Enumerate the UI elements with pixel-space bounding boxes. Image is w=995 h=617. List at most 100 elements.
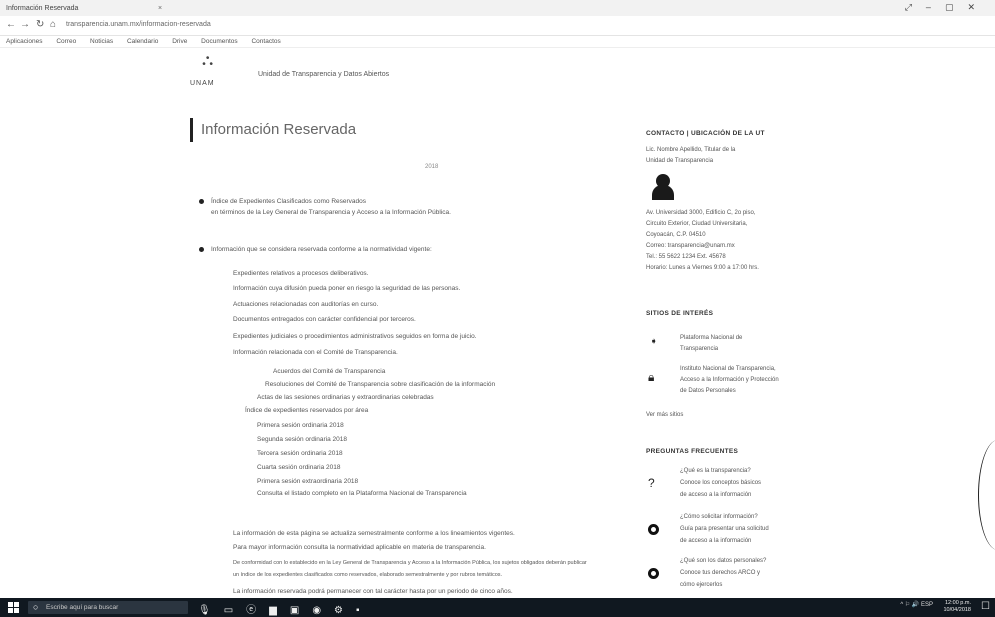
text-line: Actas de las sesiones ordinarias y extra… (257, 394, 434, 401)
footer-text: La información de esta página se actuali… (233, 530, 515, 537)
info-icon (648, 524, 659, 535)
browser-tab[interactable]: Información Reservada × (6, 2, 166, 16)
settings-icon[interactable]: ⚙︎ (334, 605, 343, 616)
page-title: Información Reservada (190, 118, 356, 142)
block1-line: en términos de la Ley General de Transpa… (211, 209, 451, 216)
restore-icon[interactable]: ⤢ (905, 2, 926, 12)
bookmark-item[interactable]: Correo (56, 36, 76, 48)
link-item[interactable]: Cuarta sesión ordinaria 2018 (257, 464, 340, 471)
bookmark-item[interactable]: Calendario (127, 36, 158, 48)
chrome-icon[interactable]: ◉ (312, 605, 321, 616)
bookmark-item[interactable]: Noticias (90, 36, 113, 48)
contact-line: Av. Universidad 3000, Edificio C, 2o pis… (646, 210, 756, 216)
faq-text: cómo ejercerlos (680, 582, 723, 588)
site-logo[interactable]: ⛬ UNAM (190, 52, 240, 92)
store-icon[interactable]: ▣ (290, 605, 299, 616)
footer-text: De conformidad con lo establecido en la … (233, 560, 587, 566)
footer-text: un índice de los expedientes clasificado… (233, 572, 503, 578)
block2-line[interactable]: Información que se considera reservada c… (211, 246, 432, 253)
faq-title[interactable]: ¿Qué es la transparencia? (680, 468, 751, 474)
lock-icon: 🔒︎ (648, 370, 655, 384)
bookmark-item[interactable]: Contactos (251, 36, 280, 48)
back-icon[interactable]: ← (6, 19, 16, 30)
site-title[interactable]: Unidad de Transparencia y Datos Abiertos (258, 71, 389, 78)
clock[interactable]: 12:00 p.m. 10/04/2018 (943, 600, 971, 614)
bookmark-item[interactable]: Aplicaciones (6, 36, 43, 48)
edge-icon[interactable]: ⓔ (246, 601, 256, 616)
text-line: Información cuya difusión pueda poner en… (233, 285, 461, 292)
taskbar: ○ Escribe aquí para buscar 🎙︎ ▭ ⓔ ▆ ▣ ◉ ⚙︎ ▪ ^ … (0, 598, 995, 617)
faq-text: de acceso a la información (680, 492, 752, 498)
block1-line[interactable]: Índice de Expedientes Clasificados como … (211, 198, 366, 205)
text-line: Expedientes relativos a procesos deliber… (233, 270, 369, 277)
search-icon: ○ (33, 602, 39, 612)
url-field[interactable]: transparencia.unam.mx/informacion-reserv… (66, 21, 211, 28)
site-link[interactable]: Instituto Nacional de Transparencia, (680, 366, 776, 372)
search-placeholder: Escribe aquí para buscar (46, 604, 119, 611)
text-line: Acuerdos del Comité de Transparencia (273, 368, 386, 375)
app-icon[interactable]: ▪ (356, 605, 360, 616)
site-link[interactable]: Acceso a la Información y Protección (680, 377, 779, 383)
contact-email[interactable]: Correo: transparencia@unam.mx (646, 243, 735, 249)
faq-title[interactable]: ¿Qué son los datos personales? (680, 558, 766, 564)
contact-line: Horario: Lunes a Viernes 9:00 a 17:00 hr… (646, 265, 759, 271)
task-view-icon[interactable]: ▭ (224, 605, 233, 616)
clock-date: 10/04/2018 (943, 607, 971, 613)
window-controls: ⤢–▢✕ (905, 2, 989, 13)
site-link[interactable]: Plataforma Nacional de (680, 335, 742, 341)
info-icon (648, 568, 659, 579)
reload-icon[interactable]: ↻ (36, 19, 44, 30)
text-line: Actuaciones relacionadas con auditorías … (233, 301, 379, 308)
faq-title[interactable]: ¿Cómo solicitar información? (680, 514, 758, 520)
arrow-icon: ➧ (650, 336, 658, 346)
link-item[interactable]: Consulta el listado completo en la Plata… (257, 490, 467, 497)
more-link[interactable]: Ver más sitios (646, 412, 683, 418)
forward-icon[interactable]: → (20, 19, 30, 30)
link-item[interactable]: Primera sesión extraordinaria 2018 (257, 478, 358, 485)
faq-text: Conoce los conceptos básicos (680, 480, 762, 486)
tab-close-icon[interactable]: × (158, 2, 162, 16)
logo-text: UNAM (190, 80, 215, 87)
contact-name[interactable]: Lic. Nombre Apellido, Titular de la (646, 147, 735, 153)
notifications-icon[interactable]: ☐ (981, 601, 990, 612)
address-bar-row: ← → ↻ ⌂ transparencia.unam.mx/informacio… (0, 16, 995, 36)
crest-icon: ⛬ (202, 52, 214, 69)
taskbar-search-input[interactable]: ○ Escribe aquí para buscar (28, 601, 188, 614)
bookmark-item[interactable]: Drive (172, 36, 187, 48)
question-icon: ? (648, 476, 655, 490)
close-window-icon[interactable]: ✕ (967, 2, 989, 12)
tab-title: Información Reservada (6, 5, 79, 12)
link-item[interactable]: Tercera sesión ordinaria 2018 (257, 450, 343, 457)
contact-heading: CONTACTO | UBICACIÓN DE LA UT (646, 130, 765, 137)
site-link[interactable]: de Datos Personales (680, 388, 736, 394)
minimize-icon[interactable]: – (926, 2, 945, 12)
text-line: Documentos entregados con carácter confi… (233, 316, 416, 323)
mic-icon[interactable]: 🎙︎ (198, 605, 211, 616)
contact-line: Coyoacán, C.P. 04510 (646, 232, 706, 238)
pinned-apps: 🎙︎ ▭ ⓔ ▆ ▣ ◉ ⚙︎ ▪ (198, 601, 373, 616)
clock-time: 12:00 p.m. (945, 600, 971, 606)
folder-icon[interactable]: ▆ (269, 605, 277, 616)
windows-start-icon[interactable] (8, 602, 19, 613)
faq-text: Guía para presentar una solicitud (680, 526, 769, 532)
text-line: Expedientes judiciales o procedimientos … (233, 333, 477, 340)
bullet-icon (199, 199, 204, 204)
bookmarks-bar: Aplicaciones Correo Noticias Calendario … (0, 36, 995, 48)
home-icon[interactable]: ⌂ (50, 19, 56, 30)
site-link[interactable]: Transparencia (680, 346, 718, 352)
faq-heading: PREGUNTAS FRECUENTES (646, 448, 739, 455)
contact-role[interactable]: Unidad de Transparencia (646, 158, 713, 164)
text-line: Información relacionada con el Comité de… (233, 349, 398, 356)
sites-heading: SITIOS DE INTERÉS (646, 310, 714, 317)
link-item[interactable]: Segunda sesión ordinaria 2018 (257, 436, 347, 443)
faq-text: de acceso a la información (680, 538, 752, 544)
bookmark-item[interactable]: Documentos (201, 36, 238, 48)
system-tray[interactable]: ^ ⚐ 🔊 ESP (900, 601, 933, 608)
update-date: 2018 (425, 164, 439, 170)
browser-tabbar: Información Reservada × ⤢–▢✕ (0, 0, 995, 16)
maximize-icon[interactable]: ▢ (945, 2, 968, 12)
avatar (652, 174, 674, 200)
link-item[interactable]: Primera sesión ordinaria 2018 (257, 422, 344, 429)
text-line: Resoluciones del Comité de Transparencia… (265, 381, 496, 388)
contact-line: Tel.: 55 5622 1234 Ext. 45678 (646, 254, 726, 260)
